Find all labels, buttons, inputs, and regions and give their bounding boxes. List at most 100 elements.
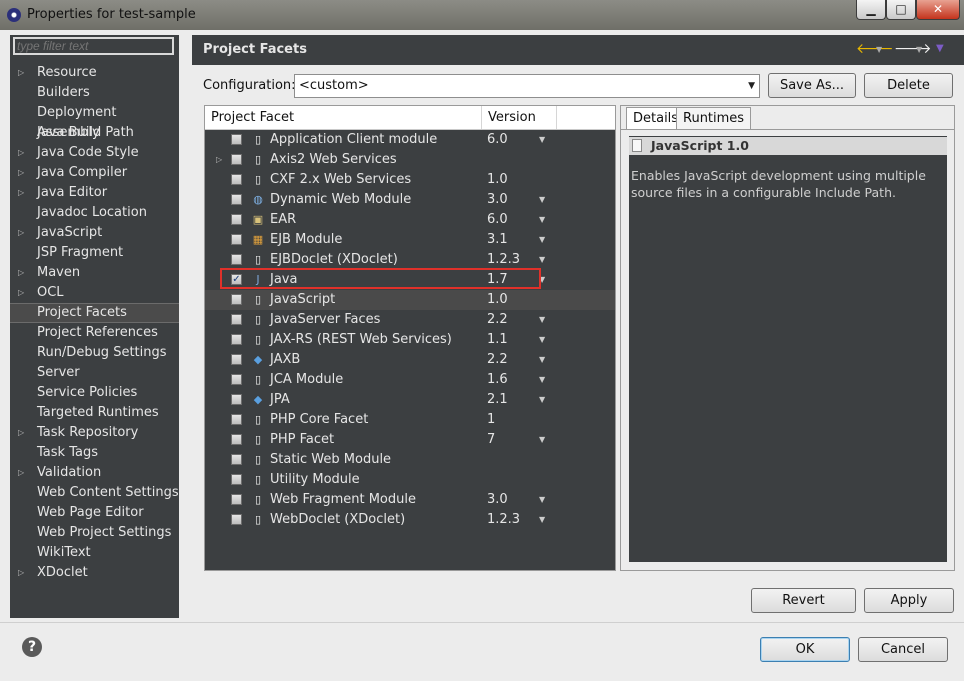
facet-checkbox[interactable]	[231, 294, 242, 305]
sidebar-item[interactable]: Service Policies	[10, 383, 179, 403]
facet-checkbox[interactable]	[231, 134, 242, 145]
facet-row[interactable]: ▯ Application Client module 6.0 ▼	[205, 130, 615, 150]
facet-version[interactable]: 7	[487, 430, 495, 450]
facet-checkbox[interactable]	[231, 154, 242, 165]
expand-arrow-icon[interactable]: ▷	[18, 463, 24, 483]
expand-arrow-icon[interactable]: ▷	[18, 63, 24, 83]
facet-checkbox[interactable]	[231, 414, 242, 425]
cancel-button[interactable]: Cancel	[858, 637, 948, 662]
sidebar-item[interactable]: Run/Debug Settings	[10, 343, 179, 363]
sidebar-item[interactable]: Web Page Editor	[10, 503, 179, 523]
version-dropdown-icon[interactable]: ▼	[539, 230, 545, 250]
expand-arrow-icon[interactable]: ▷	[18, 283, 24, 303]
facet-row[interactable]: ◆ JPA 2.1 ▼	[205, 390, 615, 410]
facet-version[interactable]: 1.2.3	[487, 510, 520, 530]
sidebar-item[interactable]: Web Content Settings	[10, 483, 179, 503]
facet-row[interactable]: ◆ JAXB 2.2 ▼	[205, 350, 615, 370]
facet-row[interactable]: ▯ Static Web Module	[205, 450, 615, 470]
facet-row[interactable]: ▯ PHP Facet 7 ▼	[205, 430, 615, 450]
apply-button[interactable]: Apply	[864, 588, 954, 613]
facet-version[interactable]: 3.0	[487, 490, 508, 510]
version-dropdown-icon[interactable]: ▼	[539, 350, 545, 370]
minimize-button[interactable]: ▁	[856, 0, 886, 20]
sidebar-item[interactable]: Task Tags	[10, 443, 179, 463]
maximize-button[interactable]: □	[886, 0, 916, 20]
expand-arrow-icon[interactable]: ▷	[18, 143, 24, 163]
version-dropdown-icon[interactable]: ▼	[539, 130, 545, 150]
facet-checkbox[interactable]	[231, 354, 242, 365]
tab-runtimes[interactable]: Runtimes	[676, 107, 752, 129]
sidebar-item[interactable]: ▷ Maven	[10, 263, 179, 283]
facet-version[interactable]: 1.6	[487, 370, 508, 390]
back-dropdown-icon[interactable]: ▼	[876, 45, 882, 54]
sidebar-item[interactable]: ▷ Validation	[10, 463, 179, 483]
facet-row[interactable]: ▯ Web Fragment Module 3.0 ▼	[205, 490, 615, 510]
sidebar-item[interactable]: ▷ Java Compiler	[10, 163, 179, 183]
expand-arrow-icon[interactable]: ▷	[18, 263, 24, 283]
version-dropdown-icon[interactable]: ▼	[539, 190, 545, 210]
sidebar-item[interactable]: ▷ Java Editor	[10, 183, 179, 203]
facet-row[interactable]: ▯ JAX-RS (REST Web Services) 1.1 ▼	[205, 330, 615, 350]
help-icon[interactable]: ?	[22, 637, 42, 657]
facet-checkbox[interactable]	[231, 394, 242, 405]
facet-version[interactable]: 3.1	[487, 230, 508, 250]
expand-arrow-icon[interactable]: ▷	[18, 183, 24, 203]
facet-version[interactable]: 6.0	[487, 130, 508, 150]
sidebar-item[interactable]: ▷ Java Code Style	[10, 143, 179, 163]
version-dropdown-icon[interactable]: ▼	[539, 370, 545, 390]
sidebar-item[interactable]: ▷ Task Repository	[10, 423, 179, 443]
sidebar-item[interactable]: Web Project Settings	[10, 523, 179, 543]
facet-checkbox[interactable]	[231, 314, 242, 325]
title-bar[interactable]: Properties for test-sample ▁ □ ✕	[0, 0, 964, 30]
facet-version[interactable]: 1.1	[487, 330, 508, 350]
sidebar-item[interactable]: Builders	[10, 83, 179, 103]
facet-version[interactable]: 2.2	[487, 310, 508, 330]
sidebar-item[interactable]: ▷ XDoclet	[10, 563, 179, 583]
expand-arrow-icon[interactable]: ▷	[18, 163, 24, 183]
revert-button[interactable]: Revert	[751, 588, 856, 613]
facet-version[interactable]: 6.0	[487, 210, 508, 230]
facet-checkbox[interactable]	[231, 174, 242, 185]
expand-arrow-icon[interactable]: ▷	[18, 423, 24, 443]
ok-button[interactable]: OK	[760, 637, 850, 662]
facet-row[interactable]: ▯ JavaServer Faces 2.2 ▼	[205, 310, 615, 330]
facet-version[interactable]: 2.1	[487, 390, 508, 410]
facet-version[interactable]: 1.2.3	[487, 250, 520, 270]
sidebar-item[interactable]: Deployment Assembly	[10, 103, 179, 140]
version-dropdown-icon[interactable]: ▼	[539, 210, 545, 230]
facet-checkbox[interactable]	[231, 474, 242, 485]
version-dropdown-icon[interactable]: ▼	[539, 250, 545, 270]
sidebar-item[interactable]: JSP Fragment	[10, 243, 179, 263]
sidebar-item[interactable]: Javadoc Location	[10, 203, 179, 223]
facet-checkbox[interactable]	[231, 234, 242, 245]
facet-row[interactable]: ◍ Dynamic Web Module 3.0 ▼	[205, 190, 615, 210]
forward-arrow-icon[interactable]: 🡒	[894, 40, 932, 57]
facet-row[interactable]: ▯ PHP Core Facet 1	[205, 410, 615, 430]
version-dropdown-icon[interactable]: ▼	[539, 390, 545, 410]
column-header-version[interactable]: Version	[482, 106, 557, 129]
sidebar-item[interactable]: Project Facets	[10, 303, 179, 323]
facet-checkbox[interactable]	[231, 434, 242, 445]
facet-checkbox[interactable]	[231, 334, 242, 345]
facet-row[interactable]: ▯ Utility Module	[205, 470, 615, 490]
facet-row[interactable]: ▣ EAR 6.0 ▼	[205, 210, 615, 230]
view-menu-icon[interactable]: ▼	[936, 43, 944, 54]
facet-checkbox[interactable]	[231, 254, 242, 265]
sidebar-item[interactable]: Project References	[10, 323, 179, 343]
column-header-facet[interactable]: Project Facet	[205, 106, 482, 129]
expand-arrow-icon[interactable]: ▷	[18, 223, 24, 243]
expand-arrow-icon[interactable]: ▷	[216, 150, 222, 170]
facet-checkbox[interactable]	[231, 454, 242, 465]
facet-checkbox[interactable]	[231, 214, 242, 225]
save-as-button[interactable]: Save As...	[768, 73, 856, 98]
facet-version[interactable]: 3.0	[487, 190, 508, 210]
facet-row[interactable]: ▯ WebDoclet (XDoclet) 1.2.3 ▼	[205, 510, 615, 530]
sidebar-item[interactable]: ▷ JavaScript	[10, 223, 179, 243]
version-dropdown-icon[interactable]: ▼	[539, 330, 545, 350]
facet-row[interactable]: ▯ EJBDoclet (XDoclet) 1.2.3 ▼	[205, 250, 615, 270]
version-dropdown-icon[interactable]: ▼	[539, 430, 545, 450]
facet-checkbox[interactable]	[231, 374, 242, 385]
configuration-select[interactable]: <custom> ▼	[294, 74, 760, 98]
version-dropdown-icon[interactable]: ▼	[539, 490, 545, 510]
forward-dropdown-icon[interactable]: ▼	[916, 45, 922, 54]
